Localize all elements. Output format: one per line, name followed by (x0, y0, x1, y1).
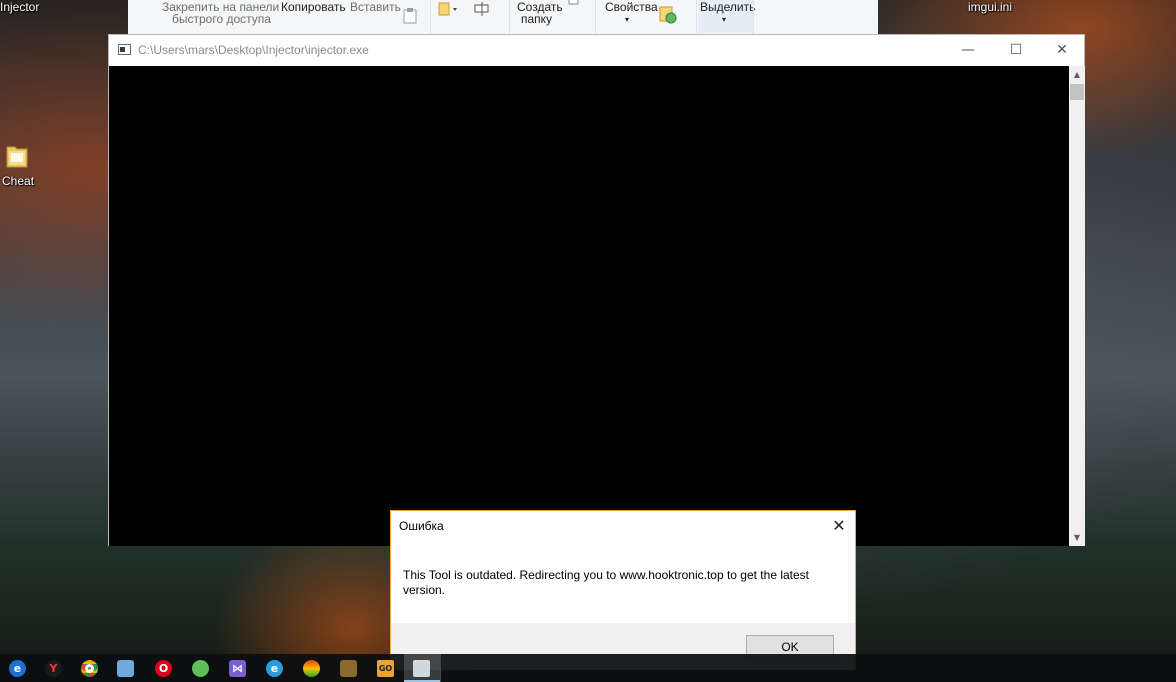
taskbar-item-edge[interactable]: e (0, 654, 36, 682)
copy-to-icon[interactable] (438, 2, 460, 16)
ribbon-divider (430, 0, 431, 35)
taskbar-item-game[interactable] (331, 654, 367, 682)
dialog-message: This Tool is outdated. Redirecting you t… (403, 568, 810, 597)
taskbar-item-rainbow[interactable] (294, 654, 330, 682)
taskbar-item-csgo[interactable]: GO (368, 654, 404, 682)
copy-button[interactable]: Копировать (281, 1, 346, 14)
globe-app-icon (192, 660, 209, 677)
csgo-icon: GO (377, 660, 394, 677)
ribbon-divider (753, 0, 754, 35)
opera-icon: O (155, 660, 172, 677)
taskbar-divider (440, 654, 441, 682)
rename-icon[interactable] (474, 2, 490, 16)
chrome-icon (81, 660, 98, 677)
desktop-icon-cheat-label[interactable]: Cheat (2, 174, 34, 188)
scroll-down-icon[interactable]: ▼ (1069, 529, 1085, 546)
properties-button[interactable]: Свойства (605, 1, 658, 14)
desktop-icon-injector[interactable]: Injector (0, 0, 39, 14)
new-item-icon[interactable] (568, 0, 580, 6)
ribbon-divider (509, 0, 510, 35)
ribbon-divider (595, 0, 596, 35)
taskbar-item-control-panel[interactable] (108, 654, 144, 682)
history-icon[interactable] (659, 6, 677, 24)
maximize-button[interactable]: ☐ (993, 35, 1039, 65)
taskbar-item-console[interactable] (404, 654, 440, 682)
scroll-up-icon[interactable]: ▲ (1069, 66, 1085, 83)
taskbar-item-globe[interactable] (183, 654, 219, 682)
clipboard-icon[interactable] (403, 8, 417, 24)
edge-icon: e (9, 660, 26, 677)
dialog-title: Ошибка (399, 519, 444, 533)
chevron-down-icon[interactable]: ▾ (722, 13, 726, 26)
new-folder-label: папку (521, 12, 553, 26)
desktop-icon-imgui[interactable]: imgui.ini (968, 0, 1012, 14)
close-button[interactable]: ✕ (1039, 35, 1085, 65)
game-app-icon (340, 660, 357, 677)
internet-explorer-icon: e (266, 660, 283, 677)
visual-studio-icon: ⋈ (229, 660, 246, 677)
taskbar-item-chrome[interactable] (72, 654, 108, 682)
vertical-scrollbar[interactable]: ▲ ▼ (1069, 66, 1085, 546)
taskbar-item-internet-explorer[interactable]: e (257, 654, 293, 682)
yandex-browser-icon: Y (45, 660, 62, 677)
taskbar-item-yandex[interactable]: Y (36, 654, 72, 682)
pin-quick-access-label: быстрого доступа (172, 12, 271, 26)
select-button[interactable]: Выделить (700, 1, 755, 14)
console-window-title: C:\Users\mars\Desktop\Injector\injector.… (138, 43, 369, 57)
scrollbar-thumb[interactable] (1070, 84, 1084, 100)
console-app-icon (413, 660, 430, 677)
error-dialog[interactable]: Ошибка ✕ This Tool is outdated. Redirect… (390, 510, 856, 670)
ribbon-divider (696, 0, 697, 35)
minimize-button[interactable]: — (945, 35, 991, 65)
explorer-ribbon: Закрепить на панели быстрого доступа Коп… (128, 0, 878, 35)
select-group[interactable]: Выделить ▾ (698, 0, 755, 33)
console-titlebar[interactable]: C:\Users\mars\Desktop\Injector\injector.… (109, 35, 1084, 66)
folder-icon[interactable] (6, 141, 28, 169)
dialog-close-button[interactable]: ✕ (823, 513, 855, 539)
taskbar: e Y O ⋈ e GO (0, 654, 1176, 682)
control-panel-icon (117, 660, 134, 677)
console-window[interactable]: C:\Users\mars\Desktop\Injector\injector.… (108, 34, 1085, 546)
rainbow-app-icon (303, 660, 320, 677)
taskbar-item-visual-studio[interactable]: ⋈ (220, 654, 256, 682)
console-output-area[interactable] (109, 66, 1069, 546)
paste-button[interactable]: Вставить (350, 1, 401, 14)
console-app-icon[interactable] (118, 44, 131, 55)
chevron-down-icon[interactable]: ▾ (625, 13, 629, 26)
taskbar-item-opera[interactable]: O (146, 654, 182, 682)
